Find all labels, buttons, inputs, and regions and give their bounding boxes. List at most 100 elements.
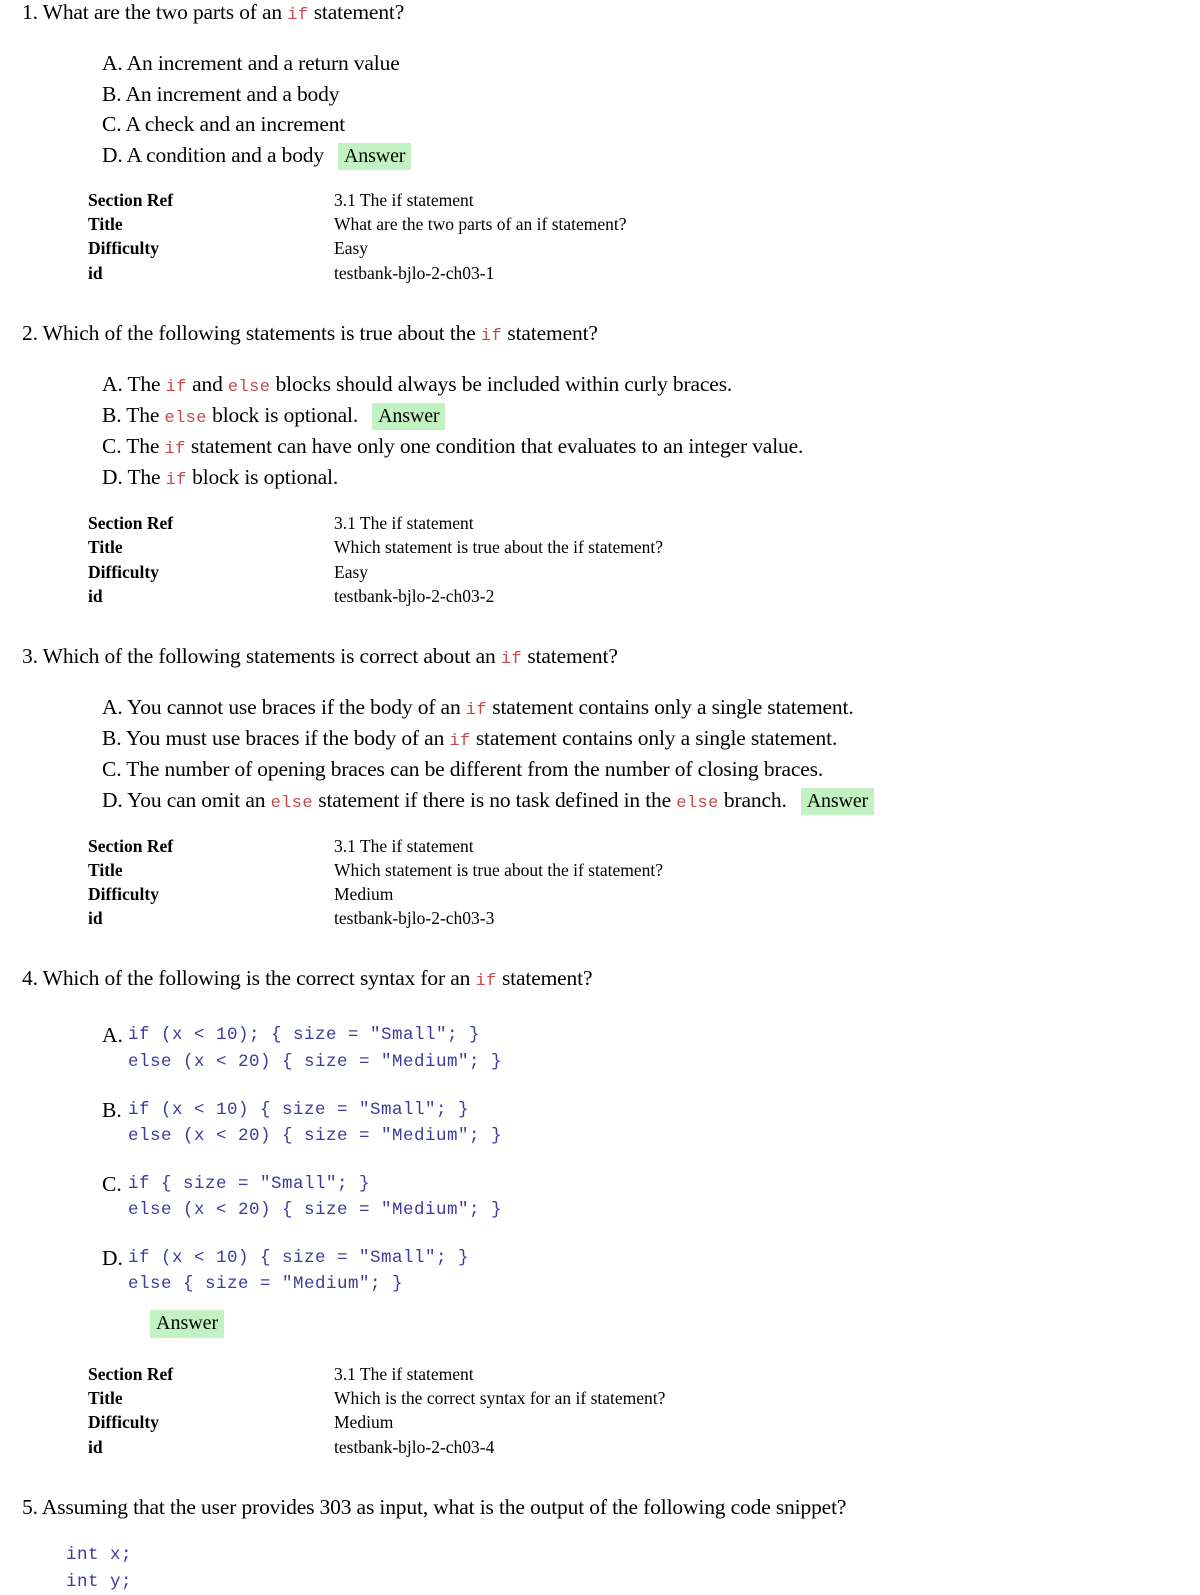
option-code-text: if { size = "Small"; } else (x < 20) { s…	[128, 1173, 503, 1221]
option-letter: D.	[102, 1245, 123, 1270]
options-list-3: A. You cannot use braces if the body of …	[0, 692, 1200, 816]
inline-code-if: if	[287, 6, 309, 25]
document-page: 1. What are the two parts of an if state…	[0, 0, 1200, 1592]
metadata-value: Which statement is true about the if sta…	[334, 537, 663, 558]
metadata-label: Title	[88, 1388, 123, 1409]
question-stem-text-5: Assuming that the user provides 303 as i…	[41, 1494, 847, 1519]
metadata-row-title: Title Which statement is true about the …	[88, 535, 1200, 559]
option-text: You must use braces if the body of an	[125, 725, 450, 750]
inline-code-if: if	[449, 731, 471, 751]
metadata-row-section-ref: Section Ref 3.1 The if statement	[88, 511, 1200, 535]
metadata-value: Medium	[334, 1412, 394, 1433]
question-block-3: 3. Which of the following statements is …	[0, 644, 1200, 931]
option-letter: D.	[102, 465, 123, 490]
inline-code-else: else	[676, 793, 719, 813]
question-block-1: 1. What are the two parts of an if state…	[0, 0, 1200, 285]
metadata-row-id: id testbank-bjlo-2-ch03-4	[88, 1435, 1200, 1459]
option-2-c[interactable]: C. The if statement can have only one co…	[0, 431, 1200, 462]
metadata-row-title: Title Which is the correct syntax for an…	[88, 1386, 1200, 1410]
metadata-value: 3.1 The if statement	[334, 1364, 474, 1385]
metadata-label: Section Ref	[88, 1364, 174, 1385]
answer-badge: Answer	[372, 402, 446, 430]
option-text: and	[186, 371, 228, 396]
metadata-label: Title	[88, 859, 123, 880]
option-text: statement if there is no task defined in…	[313, 787, 677, 812]
option-text: A check and an increment	[125, 112, 346, 137]
code-snippet-5: int x; int y;	[66, 1545, 133, 1592]
option-text: The	[127, 465, 166, 490]
option-code-text: if (x < 10) { size = "Small"; } else { s…	[128, 1247, 470, 1295]
inline-code-if: if	[480, 326, 503, 346]
option-2-b[interactable]: B. The else block is optional. Answer	[0, 400, 1200, 431]
option-3-c[interactable]: C. The number of opening braces can be d…	[0, 754, 1200, 785]
question-number-4: 4.	[22, 966, 38, 991]
metadata-label: Difficulty	[88, 1412, 159, 1433]
question-stem-1: 1. What are the two parts of an if state…	[0, 0, 1200, 26]
option-3-a[interactable]: A. You cannot use braces if the body of …	[0, 692, 1200, 723]
option-4-a[interactable]: A. if (x < 10); { size = "Small"; } else …	[0, 1022, 1200, 1075]
option-4-c[interactable]: C. if { size = "Small"; } else (x < 20) {…	[0, 1171, 1200, 1224]
inline-code-else: else	[270, 793, 313, 813]
metadata-value: testbank-bjlo-2-ch03-2	[334, 585, 495, 606]
metadata-value: What are the two parts of an if statemen…	[334, 214, 627, 235]
question-block-4: 4. Which of the following is the correct…	[0, 966, 1200, 1458]
metadata-row-section-ref: Section Ref 3.1 The if statement	[88, 188, 1200, 212]
option-1-c[interactable]: C. A check and an increment	[0, 109, 1200, 140]
option-2-d[interactable]: D. The if block is optional.	[0, 462, 1200, 493]
option-text: The	[126, 402, 165, 427]
answer-badge-row-4: Answer	[0, 1310, 1200, 1339]
question-stem-text-2a: Which of the following statements is tru…	[42, 320, 481, 345]
answer-badge: Answer	[150, 1310, 225, 1339]
option-letter: C.	[102, 433, 122, 458]
question-stem-text-1a: What are the two parts of an	[42, 0, 288, 24]
metadata-value: 3.1 The if statement	[334, 190, 474, 211]
option-4-b[interactable]: B. if (x < 10) { size = "Small"; } else (…	[0, 1097, 1200, 1150]
option-text: block is optional.	[186, 465, 339, 490]
question-number-5: 5.	[22, 1494, 38, 1519]
options-list-2: A. The if and else blocks should always …	[0, 369, 1200, 494]
option-3-b[interactable]: B. You must use braces if the body of an…	[0, 723, 1200, 754]
option-1-a[interactable]: A. An increment and a return value	[0, 48, 1200, 79]
inline-code-else: else	[227, 377, 271, 397]
metadata-row-difficulty: Difficulty Medium	[88, 882, 1200, 906]
option-2-a[interactable]: A. The if and else blocks should always …	[0, 369, 1200, 400]
question-block-5: 5. Assuming that the user provides 303 a…	[0, 1495, 1200, 1595]
option-text: The	[126, 433, 165, 458]
option-text: branch.	[718, 787, 787, 812]
metadata-label: Difficulty	[88, 884, 159, 904]
metadata-value: Which statement is true about the if sta…	[334, 859, 663, 880]
options-list-1: A. An increment and a return value B. An…	[0, 48, 1200, 170]
question-stem-text-4b: statement?	[496, 966, 593, 991]
metadata-label: id	[88, 585, 103, 606]
option-text: An increment and a body	[125, 81, 340, 106]
option-letter: B.	[102, 402, 122, 427]
option-4-d[interactable]: D. if (x < 10) { size = "Small"; } else {…	[0, 1245, 1200, 1298]
metadata-label: id	[88, 1436, 103, 1457]
inline-code-if: if	[165, 471, 187, 491]
option-1-d[interactable]: D. A condition and a body Answer	[0, 140, 1200, 171]
option-code-text: if (x < 10) { size = "Small"; } else (x …	[128, 1099, 503, 1147]
option-text: statement can have only one condition th…	[185, 433, 804, 458]
metadata-table-4: Section Ref 3.1 The if statement Title W…	[0, 1362, 1200, 1459]
metadata-row-difficulty: Difficulty Medium	[88, 1410, 1200, 1434]
option-letter: D.	[102, 142, 123, 167]
metadata-row-difficulty: Difficulty Easy	[88, 560, 1200, 584]
inline-code-if: if	[475, 972, 497, 992]
question-stem-text-1b: statement?	[308, 0, 405, 24]
metadata-row-section-ref: Section Ref 3.1 The if statement	[88, 834, 1200, 858]
option-letter: A.	[102, 51, 123, 76]
option-text: statement contains only a single stateme…	[470, 725, 838, 750]
inline-code-if: if	[500, 649, 523, 669]
option-1-b[interactable]: B. An increment and a body	[0, 79, 1200, 110]
option-text: The	[127, 371, 166, 396]
option-text: block is optional.	[206, 402, 359, 427]
question-stem-2: 2. Which of the following statements is …	[0, 321, 1200, 347]
option-3-d[interactable]: D. You can omit an else statement if the…	[0, 785, 1200, 816]
metadata-value: testbank-bjlo-2-ch03-1	[334, 262, 495, 283]
option-text: A condition and a body	[126, 142, 324, 167]
option-letter: C.	[102, 757, 122, 782]
metadata-value: testbank-bjlo-2-ch03-4	[334, 1436, 495, 1457]
